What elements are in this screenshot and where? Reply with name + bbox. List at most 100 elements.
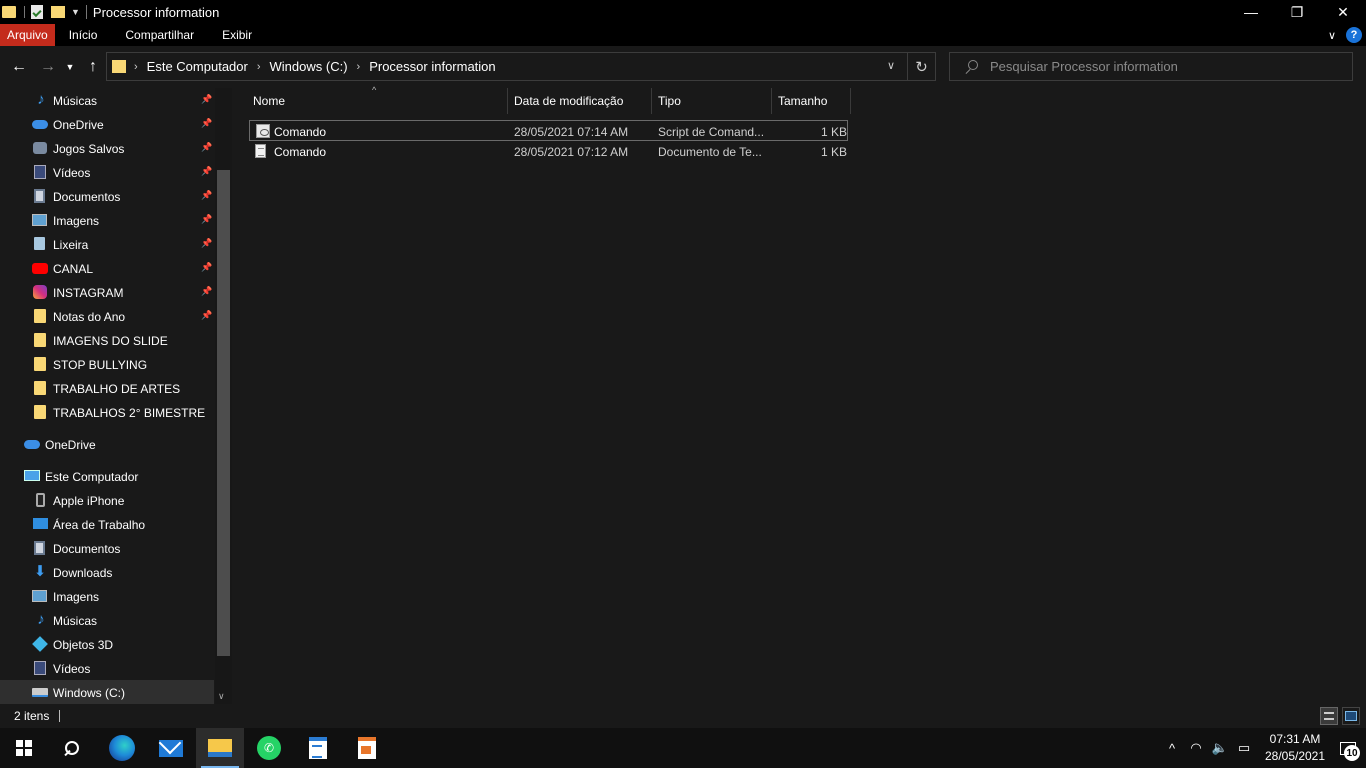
music-icon: ♪ bbox=[37, 611, 45, 628]
new-folder-icon[interactable] bbox=[51, 6, 65, 18]
title-bar: ▼ Processor information — ❐ ✕ bbox=[0, 0, 1366, 24]
sidebar-item-trabalho-de-artes[interactable]: TRABALHO DE ARTES bbox=[0, 376, 214, 400]
breadcrumb-current-folder[interactable]: Processor information bbox=[369, 59, 495, 74]
address-bar[interactable]: › Este Computador › Windows (C:) › Proce… bbox=[106, 52, 936, 81]
forward-arrow-icon[interactable]: → bbox=[38, 57, 58, 77]
tab-view[interactable]: Exibir bbox=[214, 24, 260, 46]
sidebar-item-documentos[interactable]: Documentos 📌 bbox=[0, 184, 214, 208]
taskbar-word-document[interactable] bbox=[294, 728, 342, 768]
sidebar-item-apple-iphone[interactable]: Apple iPhone bbox=[0, 488, 214, 512]
table-row[interactable]: Comando 28/05/2021 07:12 AM Documento de… bbox=[249, 141, 848, 162]
start-button[interactable] bbox=[0, 728, 48, 768]
tab-file[interactable]: Arquivo bbox=[0, 24, 55, 46]
minimize-button[interactable]: — bbox=[1228, 0, 1274, 24]
window-title: Processor information bbox=[92, 4, 220, 20]
sidebar-item-downloads[interactable]: ⬇ Downloads bbox=[0, 560, 214, 584]
sidebar-item-onedrive-pinned[interactable]: OneDrive 📌 bbox=[0, 112, 214, 136]
column-header-type[interactable]: Tipo bbox=[652, 88, 772, 114]
breadcrumb-this-pc[interactable]: Este Computador bbox=[147, 59, 248, 74]
onedrive-icon bbox=[24, 440, 40, 449]
start-icon bbox=[16, 740, 32, 756]
sidebar-item-this-pc[interactable]: Este Computador bbox=[0, 464, 214, 488]
sidebar-item-label: Jogos Salvos bbox=[53, 142, 125, 156]
clock[interactable]: 07:31 AM 28/05/2021 bbox=[1260, 731, 1330, 765]
search-box[interactable] bbox=[949, 52, 1353, 81]
sidebar-item-windows-c[interactable]: Windows (C:) bbox=[0, 680, 214, 704]
taskbar-powerpoint[interactable] bbox=[343, 728, 391, 768]
large-icons-view-button[interactable] bbox=[1342, 707, 1360, 725]
volume-icon[interactable]: 🔈 bbox=[1208, 728, 1232, 768]
show-hidden-icons-chevron-icon[interactable]: ^ bbox=[1160, 728, 1184, 768]
customize-toolbar-chevron-icon[interactable]: ▼ bbox=[71, 7, 80, 17]
window-controls: — ❐ ✕ bbox=[1228, 0, 1366, 24]
properties-icon[interactable] bbox=[31, 5, 43, 19]
sidebar-item-instagram[interactable]: INSTAGRAM 📌 bbox=[0, 280, 214, 304]
back-arrow-icon[interactable]: ← bbox=[9, 57, 29, 77]
column-header-name[interactable]: Nome bbox=[249, 88, 508, 114]
taskbar-search-button[interactable] bbox=[48, 728, 96, 768]
chevron-right-icon[interactable]: › bbox=[134, 61, 138, 73]
tab-share[interactable]: Compartilhar bbox=[117, 24, 202, 46]
file-list-pane: ^ Nome Data de modificação Tipo Tamanho … bbox=[232, 85, 1366, 704]
sidebar-item-label: Músicas bbox=[53, 614, 98, 628]
refresh-button[interactable]: ↻ bbox=[907, 53, 935, 80]
battery-icon[interactable]: ▭ bbox=[1232, 728, 1256, 768]
column-header-date[interactable]: Data de modificação bbox=[508, 88, 652, 114]
sidebar-item-musicas-pc[interactable]: ♪ Músicas bbox=[0, 608, 214, 632]
mail-icon bbox=[159, 739, 183, 757]
maximize-button[interactable]: ❐ bbox=[1274, 0, 1320, 24]
sidebar-item-trabalhos-2-bimestre[interactable]: TRABALHOS 2° BIMESTRE bbox=[0, 400, 214, 424]
close-button[interactable]: ✕ bbox=[1320, 0, 1366, 24]
sidebar-scrollbar[interactable]: ∨ bbox=[215, 88, 232, 704]
taskbar-edge[interactable] bbox=[98, 728, 146, 768]
recent-locations-chevron-icon[interactable]: ▼ bbox=[63, 57, 77, 77]
sidebar-item-imagens[interactable]: Imagens 📌 bbox=[0, 208, 214, 232]
system-tray: ^ ◠ 🔈 ▭ 07:31 AM 28/05/2021 10 bbox=[1160, 728, 1366, 768]
sidebar-item-label: Documentos bbox=[53, 190, 121, 204]
column-header-size[interactable]: Tamanho bbox=[772, 88, 851, 114]
taskbar-mail[interactable] bbox=[147, 728, 195, 768]
action-center-button[interactable]: 10 bbox=[1330, 728, 1366, 768]
search-input[interactable] bbox=[990, 59, 1350, 74]
sidebar-item-objetos-3d[interactable]: Objetos 3D bbox=[0, 632, 214, 656]
address-history-chevron-icon[interactable]: ∨ bbox=[887, 59, 895, 72]
word-document-icon bbox=[309, 737, 327, 759]
up-arrow-icon[interactable]: ↑ bbox=[83, 57, 103, 77]
sidebar-item-documentos-pc[interactable]: Documentos bbox=[0, 536, 214, 560]
chevron-right-icon[interactable]: › bbox=[357, 61, 361, 73]
file-size: 1 KB bbox=[821, 145, 848, 159]
sidebar-item-imagens-do-slide[interactable]: IMAGENS DO SLIDE bbox=[0, 328, 214, 352]
pin-icon: 📌 bbox=[201, 166, 213, 176]
sidebar-item-area-de-trabalho[interactable]: Área de Trabalho bbox=[0, 512, 214, 536]
sidebar-item-lixeira[interactable]: Lixeira 📌 bbox=[0, 232, 214, 256]
search-icon bbox=[964, 59, 978, 74]
sidebar-item-label: Vídeos bbox=[53, 166, 91, 180]
onedrive-icon bbox=[32, 120, 48, 129]
sidebar-item-notas-do-ano[interactable]: Notas do Ano 📌 bbox=[0, 304, 214, 328]
sidebar-item-videos[interactable]: Vídeos 📌 bbox=[0, 160, 214, 184]
sidebar-item-musicas[interactable]: ♪ Músicas 📌 bbox=[0, 88, 214, 112]
pin-icon: 📌 bbox=[201, 94, 213, 104]
details-view-button[interactable] bbox=[1320, 707, 1338, 725]
wifi-icon[interactable]: ◠ bbox=[1184, 728, 1208, 768]
scrollbar-thumb[interactable] bbox=[217, 170, 230, 656]
tab-home[interactable]: Início bbox=[61, 24, 106, 46]
sidebar-item-stop-bullying[interactable]: STOP BULLYING bbox=[0, 352, 214, 376]
sidebar-item-videos-pc[interactable]: Vídeos bbox=[0, 656, 214, 680]
saved-games-icon bbox=[33, 142, 47, 154]
navigation-bar: ← → ▼ ↑ › Este Computador › Windows (C:)… bbox=[0, 46, 1366, 88]
sidebar-item-imagens-pc[interactable]: Imagens bbox=[0, 584, 214, 608]
sidebar-item-jogos-salvos[interactable]: Jogos Salvos 📌 bbox=[0, 136, 214, 160]
folder-icon bbox=[2, 6, 16, 18]
table-row[interactable]: Comando 28/05/2021 07:14 AM Script de Co… bbox=[249, 120, 848, 141]
breadcrumb-drive[interactable]: Windows (C:) bbox=[270, 59, 348, 74]
chevron-right-icon[interactable]: › bbox=[257, 61, 261, 73]
taskbar-file-explorer[interactable] bbox=[196, 728, 244, 768]
help-icon[interactable]: ? bbox=[1346, 27, 1362, 43]
scroll-down-chevron-icon[interactable]: ∨ bbox=[218, 691, 225, 702]
taskbar-whatsapp[interactable]: ✆ bbox=[245, 728, 293, 768]
sidebar-item-canal[interactable]: CANAL 📌 bbox=[0, 256, 214, 280]
expand-ribbon-chevron-icon[interactable]: ∨ bbox=[1328, 29, 1336, 42]
pin-icon: 📌 bbox=[201, 190, 213, 200]
sidebar-item-onedrive[interactable]: OneDrive bbox=[0, 432, 214, 456]
